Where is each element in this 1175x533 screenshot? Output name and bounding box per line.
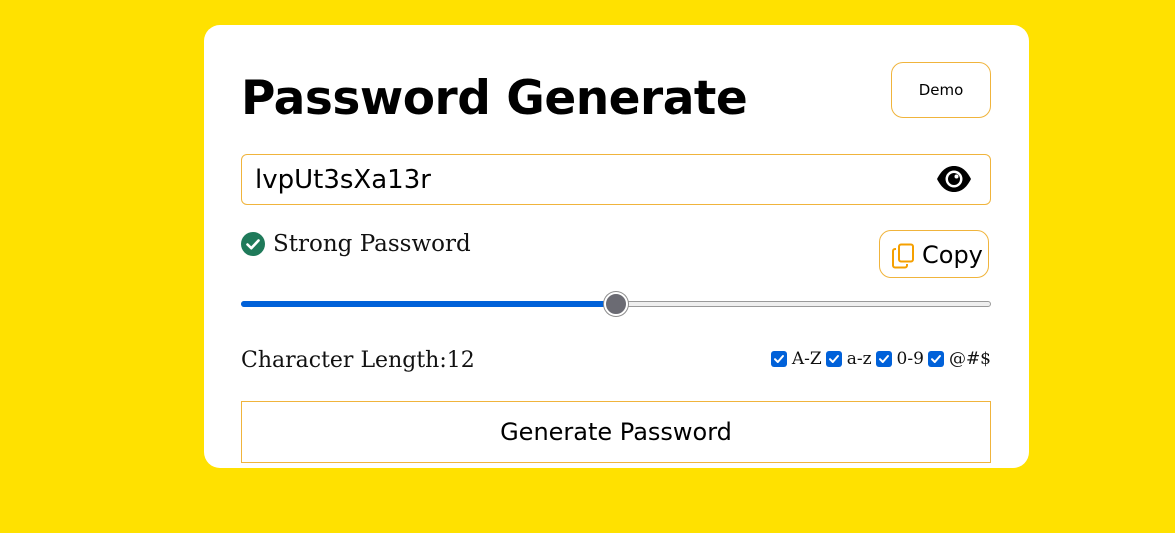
copy-label: Copy <box>922 241 983 269</box>
option-uppercase-label: A-Z <box>791 349 822 369</box>
length-slider[interactable] <box>241 292 991 316</box>
option-numbers[interactable]: 0-9 <box>875 349 924 369</box>
option-lowercase[interactable]: a-z <box>825 349 872 369</box>
checkbox-numbers[interactable] <box>875 351 892 367</box>
password-field-wrapper <box>241 154 991 205</box>
eye-icon[interactable] <box>936 164 972 194</box>
page-title: Password Generate <box>241 71 748 126</box>
character-length-value: 12 <box>446 348 475 373</box>
option-uppercase[interactable]: A-Z <box>770 349 822 369</box>
character-length-label: Character Length:12 <box>241 347 475 375</box>
copy-button[interactable]: Copy <box>879 230 989 278</box>
copy-icon <box>891 243 915 269</box>
password-input[interactable] <box>242 155 935 204</box>
slider-fill <box>241 301 616 307</box>
demo-button[interactable]: Demo <box>891 62 991 118</box>
option-symbols-label: @#$ <box>948 349 991 369</box>
character-length-text: Character Length: <box>241 348 447 373</box>
strength-label: Strong Password <box>273 231 471 257</box>
check-circle-icon <box>241 232 265 256</box>
checkbox-symbols[interactable] <box>927 351 944 367</box>
checkbox-uppercase[interactable] <box>770 351 787 367</box>
generate-password-button[interactable]: Generate Password <box>241 401 991 463</box>
option-symbols[interactable]: @#$ <box>927 349 991 369</box>
option-lowercase-label: a-z <box>846 349 872 369</box>
character-options: A-Z a-z 0-9 @#$ <box>767 348 991 370</box>
slider-thumb[interactable] <box>604 292 628 316</box>
option-numbers-label: 0-9 <box>896 349 924 369</box>
checkbox-lowercase[interactable] <box>825 351 842 367</box>
password-generator-card: Password Generate Demo Strong Password <box>204 25 1029 468</box>
